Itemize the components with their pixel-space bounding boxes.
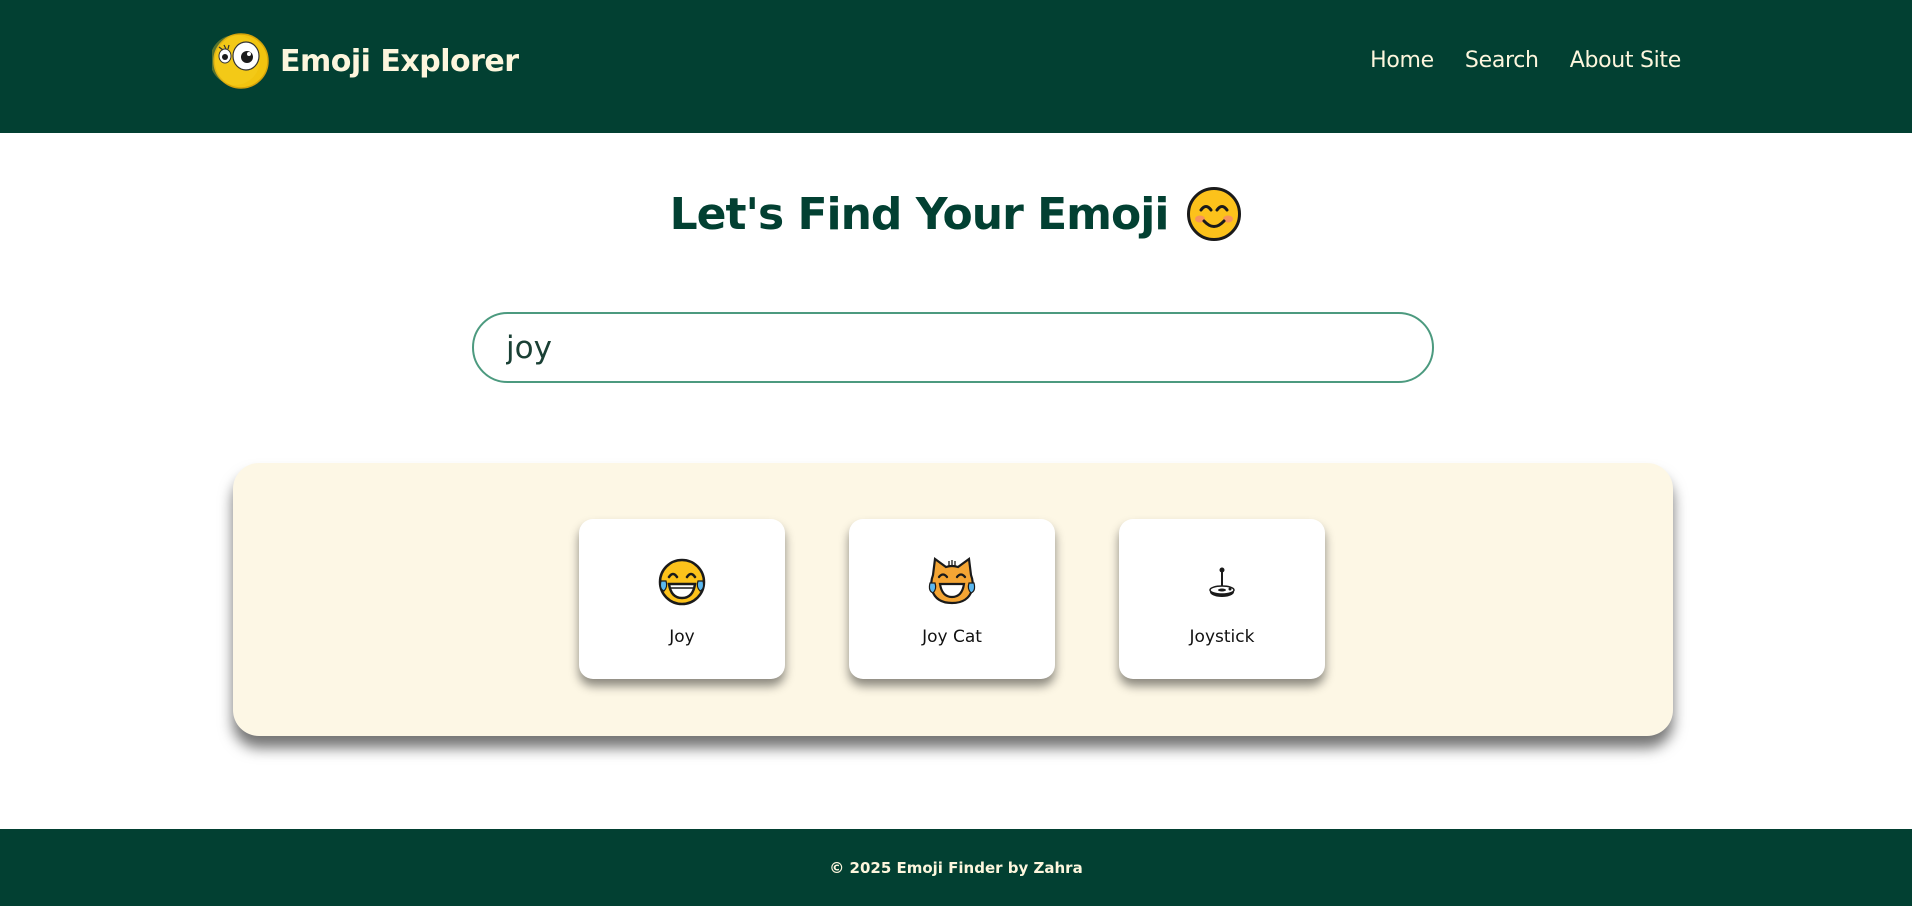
face-with-tears-of-joy-icon bbox=[658, 558, 706, 606]
site-footer: © 2025 Emoji Finder by Zahra bbox=[0, 829, 1912, 906]
googly-eye-emoji-icon bbox=[212, 33, 269, 89]
search-input[interactable] bbox=[472, 312, 1434, 383]
footer-copyright: © 2025 Emoji Finder by Zahra bbox=[829, 858, 1083, 877]
cat-with-tears-of-joy-icon bbox=[928, 557, 976, 605]
brand[interactable]: Emoji Explorer bbox=[212, 32, 519, 90]
result-card-joystick[interactable]: Joystick bbox=[1119, 519, 1325, 679]
smiling-face-emoji-icon bbox=[1187, 187, 1242, 241]
site-header: Emoji Explorer Home Search About Site bbox=[0, 0, 1912, 133]
page-title: Let's Find Your Emoji bbox=[669, 188, 1170, 240]
result-card-joy[interactable]: Joy bbox=[579, 519, 785, 679]
nav-home-link[interactable]: Home bbox=[1370, 48, 1434, 73]
nav-about-link[interactable]: About Site bbox=[1570, 48, 1682, 73]
joystick-icon bbox=[1209, 567, 1235, 597]
results-panel: Joy Joy Cat Joystick bbox=[233, 463, 1673, 736]
result-card-label: Joystick bbox=[1189, 627, 1255, 647]
result-card-joy-cat[interactable]: Joy Cat bbox=[849, 519, 1055, 679]
brand-name: Emoji Explorer bbox=[280, 43, 519, 79]
title-row: Let's Find Your Emoji bbox=[0, 186, 1912, 242]
result-card-label: Joy bbox=[669, 627, 695, 647]
result-card-label: Joy Cat bbox=[922, 627, 982, 647]
main-nav: Home Search About Site bbox=[1370, 48, 1681, 73]
nav-search-link[interactable]: Search bbox=[1465, 48, 1539, 73]
